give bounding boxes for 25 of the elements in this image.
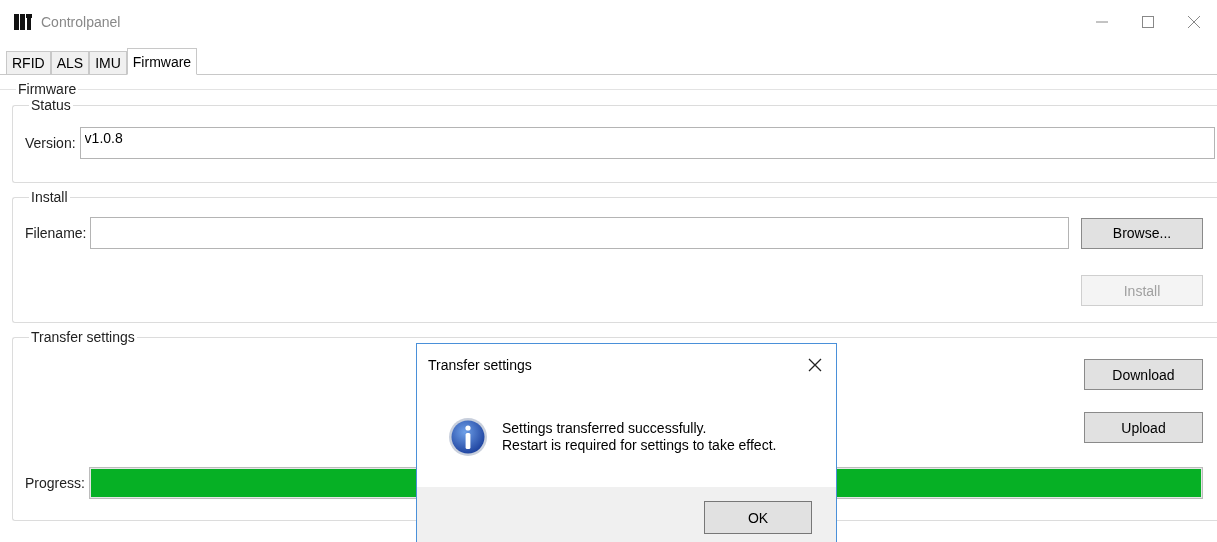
group-title: Status bbox=[30, 97, 72, 113]
tab[interactable]: Firmware bbox=[126, 48, 198, 75]
dialog-message: Settings transferred successfully. Restart is required for settings to take effect. bbox=[502, 419, 777, 454]
filename-field[interactable] bbox=[90, 217, 1069, 249]
browse-button[interactable]: Browse... bbox=[1081, 217, 1203, 249]
field-label: Filename: bbox=[25, 225, 87, 241]
close-icon bbox=[808, 358, 822, 372]
tab[interactable]: ALS bbox=[50, 51, 90, 74]
ok-button[interactable]: OK bbox=[704, 501, 812, 534]
tab[interactable]: RFID bbox=[6, 51, 51, 74]
group-title: Firmware bbox=[17, 81, 78, 97]
field-label: Version: bbox=[25, 135, 76, 151]
upload-button[interactable]: Upload bbox=[1084, 412, 1203, 443]
app-logo-icon bbox=[13, 12, 33, 32]
dialog-title: Transfer settings bbox=[428, 357, 532, 373]
version-field[interactable]: v1.0.8 bbox=[79, 127, 1215, 159]
group-title: Install bbox=[30, 189, 69, 205]
close-icon bbox=[1188, 16, 1200, 28]
field-label: Progress: bbox=[25, 475, 85, 491]
tab[interactable]: IMU bbox=[89, 51, 127, 74]
window-title: Controlpanel bbox=[41, 14, 121, 30]
info-icon bbox=[448, 416, 488, 457]
maximize-icon bbox=[1142, 16, 1154, 28]
group-title: Transfer settings bbox=[30, 329, 136, 345]
download-button[interactable]: Download bbox=[1084, 359, 1203, 390]
